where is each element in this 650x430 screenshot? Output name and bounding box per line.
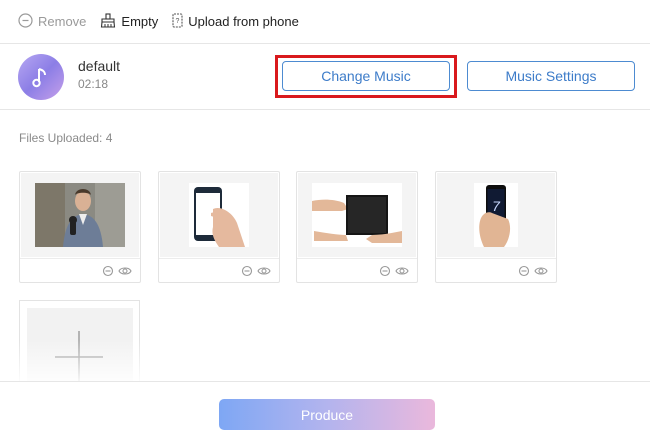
remove-label: Remove	[38, 14, 87, 29]
music-row: default 02:18 Change Music Music Setting…	[0, 44, 650, 110]
upload-from-phone-button[interactable]: ? Upload from phone	[172, 12, 299, 31]
footer: Produce	[0, 381, 650, 430]
track-duration: 02:18	[78, 77, 109, 91]
file-tile[interactable]	[19, 171, 141, 283]
toolbar: Remove Empty ? Upload from phone	[0, 0, 650, 44]
empty-label: Empty	[121, 14, 159, 29]
upload-from-phone-label: Upload from phone	[188, 14, 299, 29]
phone-upload-icon: ?	[172, 12, 183, 31]
change-music-button[interactable]: Change Music	[282, 61, 450, 91]
music-settings-button[interactable]: Music Settings	[467, 61, 635, 91]
file-actions	[436, 258, 556, 282]
svg-text:?: ?	[176, 18, 180, 25]
minus-circle-icon	[18, 12, 33, 31]
file-actions	[297, 258, 417, 282]
file-thumbnail[interactable]	[21, 173, 139, 257]
remove-file-icon[interactable]	[517, 264, 531, 278]
svg-text:7: 7	[492, 198, 501, 214]
music-note-icon	[18, 54, 64, 100]
plus-icon	[55, 331, 103, 388]
file-tile[interactable]	[296, 171, 418, 283]
broom-icon	[100, 12, 116, 31]
file-tile[interactable]	[158, 171, 280, 283]
file-actions	[159, 258, 279, 282]
produce-button[interactable]: Produce	[219, 399, 435, 430]
empty-button[interactable]: Empty	[100, 12, 159, 31]
add-file-button[interactable]	[19, 300, 140, 383]
file-thumbnail[interactable]: 7	[437, 173, 555, 257]
file-tile[interactable]: 7	[435, 171, 557, 283]
file-actions	[20, 258, 140, 282]
preview-eye-icon[interactable]	[118, 264, 132, 278]
track-name: default	[78, 58, 121, 74]
remove-button[interactable]: Remove	[18, 12, 87, 31]
file-thumbnail[interactable]	[298, 173, 416, 257]
preview-eye-icon[interactable]	[257, 264, 271, 278]
remove-file-icon[interactable]	[378, 264, 392, 278]
add-file-area[interactable]	[27, 308, 133, 383]
remove-file-icon[interactable]	[101, 264, 115, 278]
preview-eye-icon[interactable]	[395, 264, 409, 278]
files-uploaded-count: Files Uploaded: 4	[19, 131, 113, 145]
preview-eye-icon[interactable]	[534, 264, 548, 278]
remove-file-icon[interactable]	[240, 264, 254, 278]
file-thumbnail[interactable]	[160, 173, 278, 257]
